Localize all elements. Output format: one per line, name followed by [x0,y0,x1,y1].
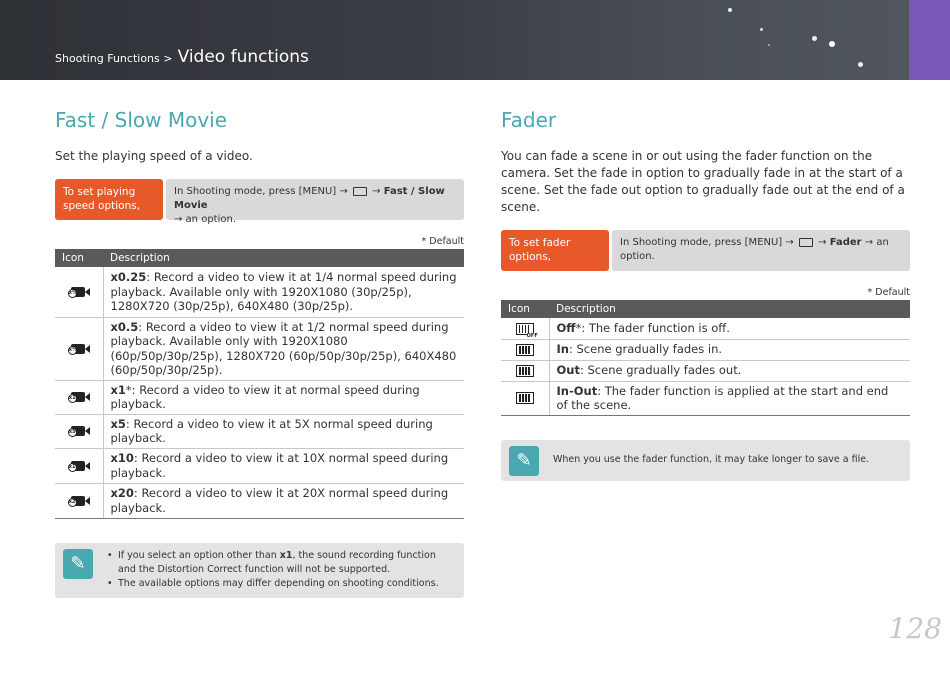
option-description: *: The fader function is off. [575,321,730,335]
option-description: : Record a video to view it at 5X normal… [110,416,433,446]
note-pen-icon: ✎ [509,445,539,476]
instruction-prefix: In Shooting mode, press [MENU] → [620,237,794,248]
note-pen-icon: ✎ [63,548,93,579]
option-description: : The fader function is applied at the s… [556,383,889,413]
option-description: : Record a video to view it at 20X norma… [110,486,449,515]
sparkle-decoration [829,41,835,47]
instruction-label: To set fader options, [501,230,609,271]
note-box: ✎ When you use the fader function, it ma… [501,439,910,481]
option-description: : Record a video to view it at 1/4 norma… [110,270,457,313]
option-term: Out [556,363,580,378]
table-row: x½ x0.5: Record a video to view it at 1/… [55,317,464,381]
speed-x0.5-icon: x½ [67,342,90,356]
table-row: In: Scene gradually fades in. [501,339,910,361]
fader-section: Fader You can fade a scene in or out usi… [501,100,910,481]
option-description: : Record a video to view it at 1/2 norma… [110,319,457,378]
video-menu-icon [352,186,367,196]
table-row: In-Out: The fader function is applied at… [501,381,910,416]
table-row: x20 x20: Record a video to view it at 20… [55,483,464,519]
note-item: When you use the fader function, it may … [553,453,870,465]
option-description: : Scene gradually fades in. [568,342,723,357]
speed-x5-icon: x5 [67,424,90,438]
instruction-box: To set playing speed options, In Shootin… [55,179,464,225]
note-item: The available options may differ dependi… [107,577,454,591]
option-term: In-Out [556,383,598,398]
speed-x1-icon: x1 [67,390,90,404]
breadcrumb-parent[interactable]: Shooting Functions > [55,52,172,65]
instruction-body: In Shooting mode, press [MENU] → → Fader… [612,230,910,271]
speed-x20-icon: x20 [67,494,90,508]
fader-in-icon [515,343,534,356]
instruction-arrow: → [372,186,381,197]
speed-x0.25-icon: x¼ [67,285,90,299]
fast-slow-movie-section: Fast / Slow Movie Set the playing speed … [55,100,464,598]
section-intro: Set the playing speed of a video. [55,149,253,163]
table-row: x5 x5: Record a video to view it at 5X n… [55,414,464,449]
option-term: x1 [110,382,126,397]
page-number: 128 [888,612,942,645]
sparkle-decoration [812,36,817,41]
option-description: : Scene gradually fades out. [579,363,742,378]
default-note: * Default [867,287,910,298]
speed-x10-icon: x10 [67,459,90,473]
instruction-label: To set playing speed options, [55,179,163,220]
fader-out-icon [515,364,534,377]
speed-options-table: Icon Description x¼ x0.25: Record a vide… [55,249,464,519]
chapter-tab [909,0,950,80]
table-row: x10 x10: Record a video to view it at 10… [55,448,464,484]
table-header-icon: Icon [55,249,103,267]
section-intro: You can fade a scene in or out using the… [501,149,905,214]
option-description: : Record a video to view it at 10X norma… [110,451,449,480]
option-term: Off [556,321,576,335]
sparkle-decoration [768,44,770,46]
instruction-suffix: → an option. [174,214,237,225]
option-term: In [556,342,569,357]
breadcrumb: Shooting Functions > Video functions [55,47,309,67]
fader-in-out-icon [515,392,534,405]
video-menu-icon [798,237,813,247]
instruction-target: Fader [829,237,862,248]
instruction-box: To set fader options, In Shooting mode, … [501,230,910,271]
table-row: x¼ x0.25: Record a video to view it at 1… [55,267,464,318]
table-row: OFF Off*: The fader function is off. [501,318,910,340]
default-note: * Default [421,236,464,247]
option-description: *: Record a video to view it at normal s… [110,382,420,412]
fader-options-table: Icon Description OFF Off*: The fader fun… [501,300,910,416]
page-header: Shooting Functions > Video functions [0,0,950,80]
option-term: x20 [110,486,134,500]
table-row: Out: Scene gradually fades out. [501,360,910,382]
fader-off-icon: OFF [515,322,538,339]
option-term: x0.25 [110,270,147,284]
section-title: Fader [501,108,557,132]
option-term: x0.5 [110,319,139,334]
sparkle-decoration [858,62,863,67]
table-header-icon: Icon [501,300,549,318]
note-item: If you select an option other than x1, t… [107,549,454,577]
option-term: x5 [110,416,126,431]
table-header-description: Description [103,249,464,267]
note-box: ✎ If you select an option other than x1,… [55,542,464,598]
sparkle-decoration [760,28,763,31]
instruction-body: In Shooting mode, press [MENU] → → Fast … [166,179,464,225]
sparkle-decoration [728,8,732,12]
instruction-arrow: → [818,237,827,248]
breadcrumb-current: Video functions [177,47,309,67]
table-row: x1 x1*: Record a video to view it at nor… [55,380,464,415]
table-header-description: Description [549,300,910,318]
instruction-prefix: In Shooting mode, press [MENU] → [174,186,348,197]
option-term: x10 [110,451,134,465]
section-title: Fast / Slow Movie [55,108,228,132]
